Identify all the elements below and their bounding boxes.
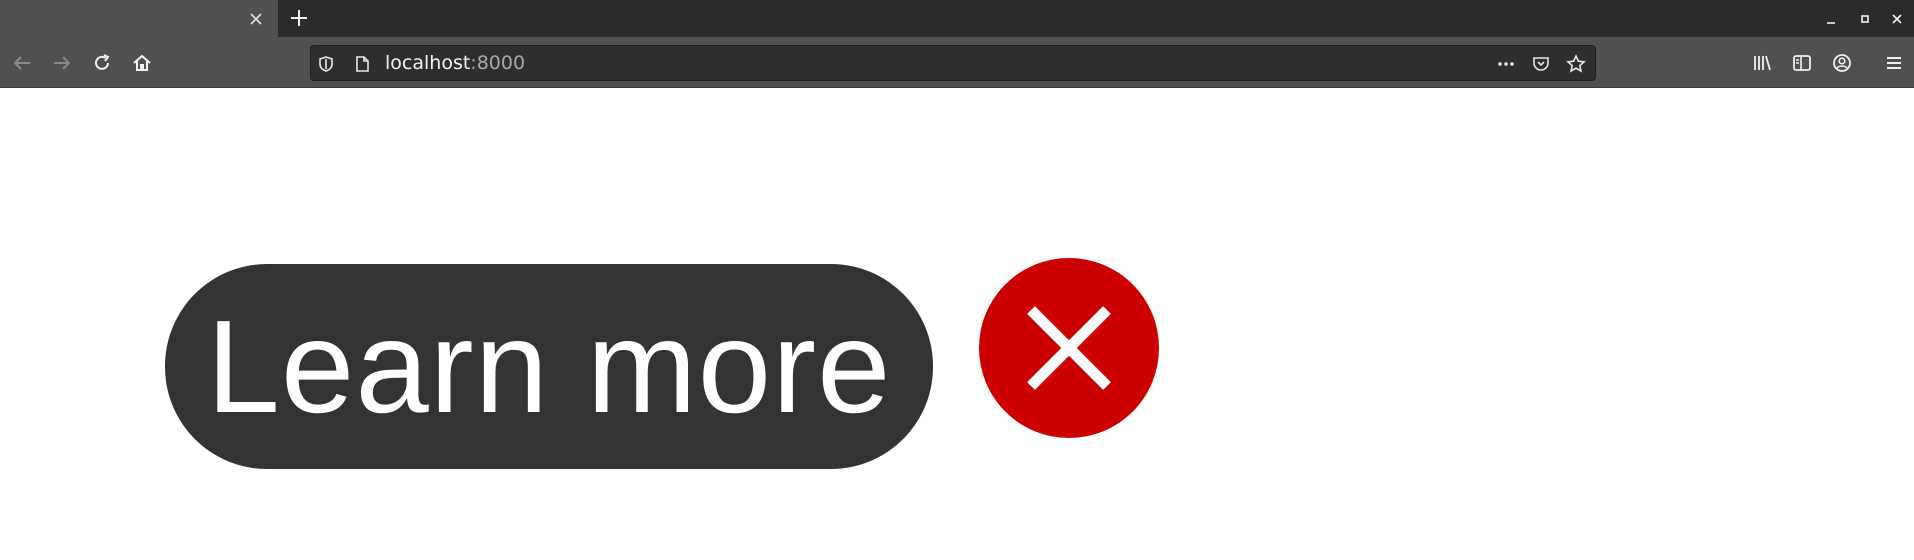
learn-more-button[interactable]: Learn more [165, 264, 933, 469]
url-port: :8000 [470, 52, 526, 74]
tab-strip [0, 0, 1914, 37]
window-close-icon[interactable] [1886, 8, 1908, 30]
star-icon[interactable] [1565, 53, 1587, 75]
home-icon[interactable] [128, 49, 156, 77]
account-icon[interactable] [1828, 49, 1856, 77]
reload-icon[interactable] [88, 49, 116, 77]
active-tab[interactable] [0, 0, 278, 37]
back-icon[interactable] [8, 49, 36, 77]
minimize-icon[interactable] [1820, 8, 1842, 30]
close-button[interactable] [979, 258, 1159, 438]
more-icon[interactable] [1495, 53, 1517, 75]
sidebar-icon[interactable] [1788, 49, 1816, 77]
url-text[interactable]: localhost:8000 [385, 46, 525, 82]
new-tab-button[interactable] [285, 4, 313, 32]
url-bar[interactable]: localhost:8000 [310, 45, 1596, 81]
menu-icon[interactable] [1880, 49, 1908, 77]
page-icon[interactable] [351, 53, 373, 75]
shield-icon[interactable] [315, 53, 337, 75]
page-content: Learn more [0, 88, 1914, 560]
forward-icon[interactable] [48, 49, 76, 77]
close-icon [1027, 306, 1111, 390]
pocket-icon[interactable] [1530, 53, 1552, 75]
url-host: localhost [385, 52, 471, 74]
maximize-icon[interactable] [1854, 8, 1876, 30]
navigation-toolbar: localhost:8000 [0, 37, 1914, 88]
library-icon[interactable] [1748, 49, 1776, 77]
tab-close-icon[interactable] [244, 7, 268, 31]
